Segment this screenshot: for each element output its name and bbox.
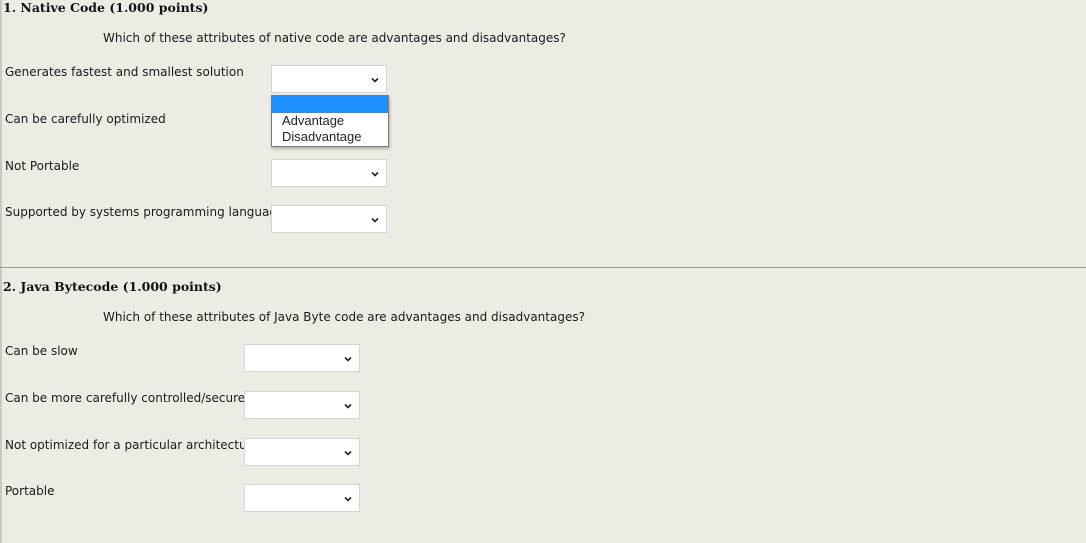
q1-item-1-label: Generates fastest and smallest solution (5, 65, 244, 79)
dropdown-option-blank[interactable] (272, 96, 388, 113)
question-2-title: 2. Java Bytecode (1.000 points) (3, 279, 222, 294)
left-border (0, 0, 2, 543)
question-2-prompt: Which of these attributes of Java Byte c… (103, 310, 585, 324)
q2-item-3-select[interactable] (244, 438, 360, 466)
dropdown-option-advantage[interactable]: Advantage (272, 113, 388, 129)
chevron-down-icon (371, 217, 379, 223)
q2-item-1-label: Can be slow (5, 344, 78, 358)
q1-item-2-label: Can be carefully optimized (5, 112, 166, 126)
q2-item-3-label: Not optimized for a particular architect… (5, 438, 259, 452)
q1-item-3-select[interactable] (271, 159, 387, 187)
chevron-down-icon (344, 496, 352, 502)
question-1-prompt: Which of these attributes of native code… (103, 31, 566, 45)
chevron-down-icon (344, 356, 352, 362)
chevron-down-icon (344, 450, 352, 456)
q2-item-4-label: Portable (5, 484, 55, 498)
section-divider (0, 267, 1086, 268)
q2-item-2-select[interactable] (244, 391, 360, 419)
q1-item-1-select[interactable] (271, 65, 387, 93)
dropdown-options-list[interactable]: Advantage Disadvantage (271, 95, 389, 147)
question-1-title: 1. Native Code (1.000 points) (3, 0, 209, 15)
chevron-down-icon (371, 77, 379, 83)
chevron-down-icon (371, 171, 379, 177)
q1-item-4-select[interactable] (271, 205, 387, 233)
chevron-down-icon (344, 403, 352, 409)
q2-item-1-select[interactable] (244, 344, 360, 372)
q2-item-4-select[interactable] (244, 484, 360, 512)
dropdown-option-disadvantage[interactable]: Disadvantage (272, 129, 388, 145)
q1-item-3-label: Not Portable (5, 159, 80, 173)
q1-item-4-label: Supported by systems programming languag… (5, 205, 291, 219)
q2-item-2-label: Can be more carefully controlled/secure (5, 391, 246, 405)
